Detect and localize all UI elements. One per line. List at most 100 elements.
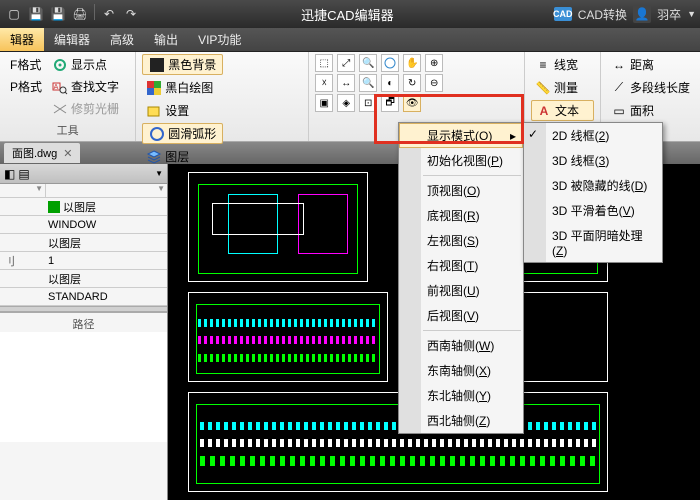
find-icon: A bbox=[52, 79, 68, 95]
save-icon[interactable]: 💾 bbox=[26, 4, 46, 24]
dropdown-icon[interactable]: ▼ bbox=[687, 9, 696, 19]
text-icon: A bbox=[536, 103, 552, 119]
chevron-down-icon[interactable]: ▼ bbox=[155, 169, 163, 178]
menu-item[interactable]: 3D 被隐藏的线(D) bbox=[524, 173, 662, 198]
view-btn[interactable]: ⊕ bbox=[425, 54, 443, 72]
view-btn[interactable]: ↔ bbox=[337, 74, 355, 92]
close-tab-icon[interactable]: ✕ bbox=[63, 147, 72, 160]
menu-item[interactable]: 左视图(S) bbox=[399, 228, 523, 253]
text-button[interactable]: A文本 bbox=[531, 100, 594, 121]
settings-icon bbox=[146, 103, 162, 119]
menu-item[interactable]: 3D 线框(3) bbox=[524, 148, 662, 173]
tab-advanced[interactable]: 高级 bbox=[100, 28, 144, 51]
view-btn[interactable]: 🔍 bbox=[359, 54, 377, 72]
undo-icon[interactable]: ↶ bbox=[99, 4, 119, 24]
menu-item[interactable]: 后视图(V) bbox=[399, 303, 523, 328]
black-bg-button[interactable]: 黑色背景 bbox=[142, 54, 223, 75]
menu-item[interactable]: 3D 平滑着色(V) bbox=[524, 198, 662, 223]
view-btn[interactable]: ⬚ bbox=[315, 54, 333, 72]
cad-convert-link[interactable]: CAD转换 bbox=[578, 6, 627, 23]
tab-vip[interactable]: VIP功能 bbox=[188, 28, 251, 51]
view-btn[interactable]: ◐ bbox=[381, 74, 399, 92]
p-format-button[interactable]: P格式 bbox=[6, 76, 46, 97]
tab-editor-partial[interactable]: 辑器 bbox=[0, 28, 44, 51]
view-btn[interactable]: ⤢ bbox=[337, 54, 355, 72]
menu-item[interactable]: 西南轴侧(W) bbox=[399, 333, 523, 358]
distance-button[interactable]: ↔距离 bbox=[607, 54, 694, 75]
app-title: 迅捷CAD编辑器 bbox=[141, 5, 554, 24]
settings-button[interactable]: 设置 bbox=[142, 100, 223, 121]
cad-logo-icon: CAD bbox=[554, 7, 572, 21]
group-label-tools: 工具 bbox=[6, 120, 129, 141]
tool-icon[interactable]: ▤ bbox=[18, 167, 29, 181]
view-btn[interactable]: ☓ bbox=[315, 74, 333, 92]
menu-item[interactable]: 东南轴侧(X) bbox=[399, 358, 523, 383]
ruler-icon: 📏 bbox=[535, 80, 551, 96]
prop-row[interactable]: 刂1 bbox=[0, 252, 167, 270]
prop-row[interactable]: STANDARD bbox=[0, 288, 167, 306]
menu-item[interactable]: 初始化视图(P) bbox=[399, 148, 523, 173]
ribbon-group-cad-settings: 黑色背景 黑白绘图 设置 圆滑弧形 图层 结构 CAD绘图设置 bbox=[136, 52, 309, 141]
view-btn[interactable]: ⊖ bbox=[425, 74, 443, 92]
menu-item[interactable]: 显示模式(O)▸ bbox=[399, 123, 523, 148]
print-icon[interactable]: 🖨 bbox=[70, 4, 90, 24]
f-format-button[interactable]: F格式 bbox=[6, 54, 46, 75]
menu-item[interactable]: 东北轴侧(Y) bbox=[399, 383, 523, 408]
user-icon[interactable]: 👤 bbox=[633, 5, 651, 23]
tab-editor[interactable]: 编辑器 bbox=[44, 28, 100, 51]
view-btn[interactable] bbox=[381, 54, 399, 72]
panel-toolbar: ◧ ▤ ▼ bbox=[0, 164, 167, 184]
menu-separator bbox=[423, 175, 521, 176]
menu-item[interactable]: ✓2D 线框(2) bbox=[524, 123, 662, 148]
divider bbox=[94, 4, 95, 20]
measure-button[interactable]: 📏测量 bbox=[531, 77, 594, 98]
color-swatch bbox=[48, 201, 60, 213]
view-btn[interactable]: ▣ bbox=[315, 94, 333, 112]
trim-raster-button[interactable]: 修剪光栅 bbox=[48, 98, 123, 119]
view-btn[interactable]: ↻ bbox=[403, 74, 421, 92]
layer-icon bbox=[146, 149, 162, 165]
polyline-length-button[interactable]: ⟋多段线长度 bbox=[607, 77, 694, 98]
polyline-icon: ⟋ bbox=[611, 80, 627, 96]
new-icon[interactable]: ▢ bbox=[4, 4, 24, 24]
submenu-display-mode: ✓2D 线框(2)3D 线框(3)3D 被隐藏的线(D)3D 平滑着色(V)3D… bbox=[523, 122, 663, 263]
document-tab[interactable]: 面图.dwg ✕ bbox=[4, 143, 80, 163]
path-label: 路径 bbox=[0, 312, 167, 332]
titlebar-right: CAD CAD转换 👤 羽卒 ▼ bbox=[554, 5, 696, 23]
lineweight-button[interactable]: ≡线宽 bbox=[531, 54, 594, 75]
smooth-arc-button[interactable]: 圆滑弧形 bbox=[142, 123, 223, 144]
bw-draw-button[interactable]: 黑白绘图 bbox=[142, 77, 223, 98]
view-btn[interactable]: 🔍 bbox=[359, 74, 377, 92]
menu-separator bbox=[423, 330, 521, 331]
svg-text:A: A bbox=[54, 84, 59, 91]
area-button[interactable]: ▭面积 bbox=[607, 100, 694, 121]
prop-row[interactable]: 以图层 bbox=[0, 270, 167, 288]
view-btn[interactable]: 🗗 bbox=[381, 94, 399, 112]
find-text-button[interactable]: A查找文字 bbox=[48, 76, 123, 97]
view-btn[interactable]: ◈ bbox=[337, 94, 355, 112]
show-point-button[interactable]: 显示点 bbox=[48, 54, 123, 75]
menu-item[interactable]: 底视图(R) bbox=[399, 203, 523, 228]
ribbon-group-tools: F格式 P格式 显示点 A查找文字 修剪光栅 工具 bbox=[0, 52, 136, 141]
menu-item[interactable]: 西北轴侧(Z) bbox=[399, 408, 523, 433]
point-icon bbox=[52, 57, 68, 73]
menu-item[interactable]: 右视图(T) bbox=[399, 253, 523, 278]
view-btn[interactable]: ✋ bbox=[403, 54, 421, 72]
tab-output[interactable]: 输出 bbox=[144, 28, 188, 51]
prop-row[interactable]: WINDOW bbox=[0, 216, 167, 234]
saveas-icon[interactable]: 💾 bbox=[48, 4, 68, 24]
tool-icon[interactable]: ◧ bbox=[4, 167, 15, 181]
view-btn[interactable]: ⊡ bbox=[359, 94, 377, 112]
menu-item[interactable]: 3D 平面阴暗处理(Z) bbox=[524, 223, 662, 262]
properties-panel: ◧ ▤ ▼ ▼▼ 以图层 WINDOW 以图层 刂1 以图层 STANDARD … bbox=[0, 164, 168, 500]
view-btn[interactable]: 👁 bbox=[403, 94, 421, 112]
area-icon: ▭ bbox=[611, 103, 627, 119]
menu-item[interactable]: 顶视图(O) bbox=[399, 178, 523, 203]
properties-grid: ▼▼ 以图层 WINDOW 以图层 刂1 以图层 STANDARD 路径 bbox=[0, 184, 167, 500]
quick-access-toolbar: ▢ 💾 💾 🖨 ↶ ↷ bbox=[4, 4, 141, 24]
prop-row[interactable]: 以图层 bbox=[0, 234, 167, 252]
redo-icon[interactable]: ↷ bbox=[121, 4, 141, 24]
menu-item[interactable]: 前视图(U) bbox=[399, 278, 523, 303]
lineweight-icon: ≡ bbox=[535, 57, 551, 73]
prop-row[interactable]: 以图层 bbox=[0, 198, 167, 216]
